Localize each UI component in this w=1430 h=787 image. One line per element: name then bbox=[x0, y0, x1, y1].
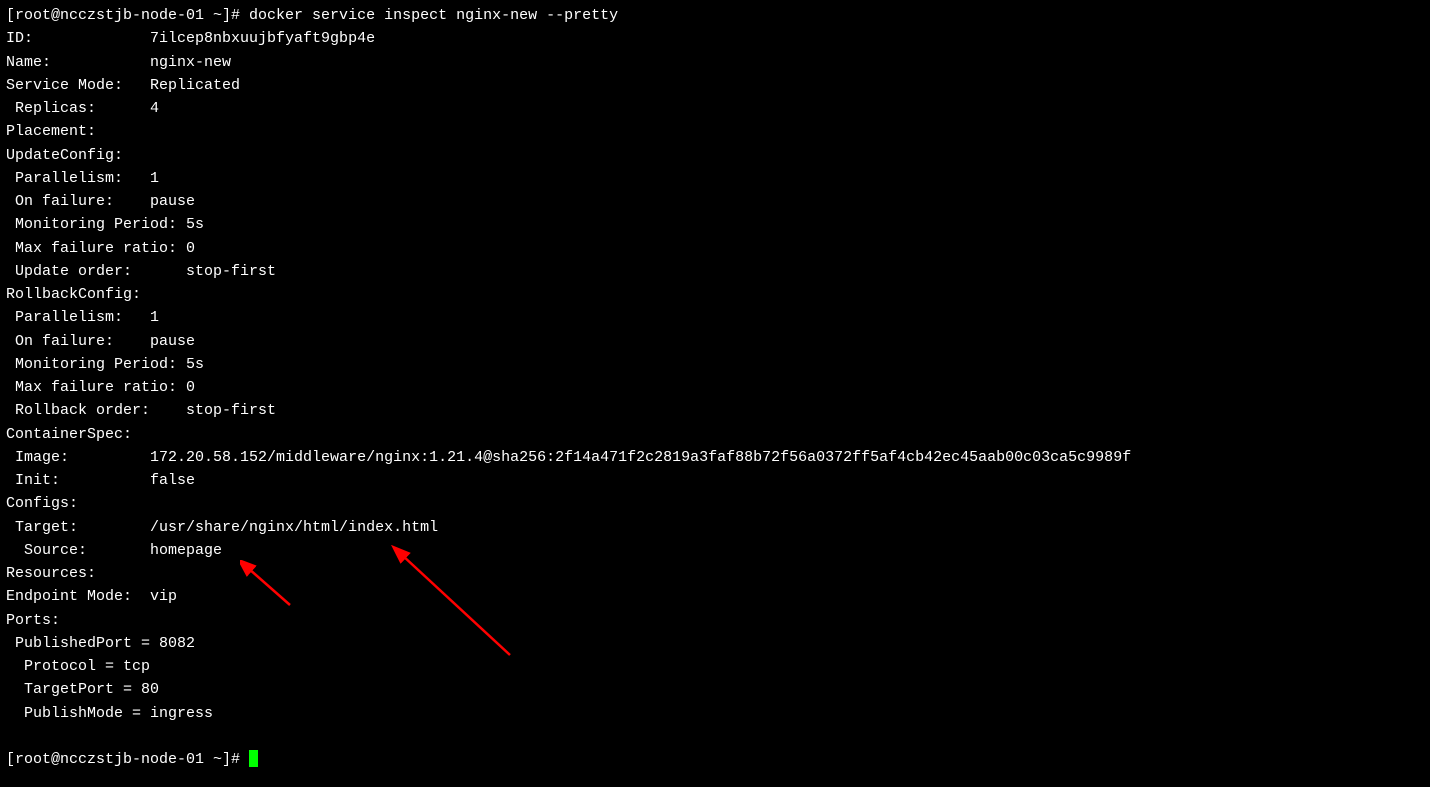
mode-value: Replicated bbox=[150, 77, 240, 94]
r-parallelism-label: Parallelism: bbox=[6, 309, 150, 326]
name-line: Name: nginx-new bbox=[6, 51, 1424, 74]
r-order-line: Rollback order: stop-first bbox=[6, 399, 1424, 422]
init-line: Init: false bbox=[6, 469, 1424, 492]
id-line: ID: 7ilcep8nbxuujbfyaft9gbp4e bbox=[6, 27, 1424, 50]
r-onfailure-line: On failure: pause bbox=[6, 330, 1424, 353]
image-value: 172.20.58.152/middleware/nginx:1.21.4@sh… bbox=[150, 449, 1131, 466]
u-maxfail-value: 0 bbox=[186, 240, 195, 257]
u-monitoring-line: Monitoring Period: 5s bbox=[6, 213, 1424, 236]
configs-line: Configs: bbox=[6, 492, 1424, 515]
u-parallelism-value: 1 bbox=[150, 170, 159, 187]
u-maxfail-line: Max failure ratio: 0 bbox=[6, 237, 1424, 260]
image-label: Image: bbox=[6, 449, 150, 466]
resources-line: Resources: bbox=[6, 562, 1424, 585]
u-maxfail-label: Max failure ratio: bbox=[6, 240, 186, 257]
endpoint-label: Endpoint Mode: bbox=[6, 588, 150, 605]
source-label: Source: bbox=[6, 542, 150, 559]
u-onfailure-value: pause bbox=[150, 193, 195, 210]
u-onfailure-label: On failure: bbox=[6, 193, 150, 210]
mode-label: Service Mode: bbox=[6, 77, 150, 94]
u-parallelism-label: Parallelism: bbox=[6, 170, 150, 187]
u-order-value: stop-first bbox=[186, 263, 276, 280]
endpoint-value: vip bbox=[150, 588, 177, 605]
name-label: Name: bbox=[6, 54, 150, 71]
target-port-line: TargetPort = 80 bbox=[6, 678, 1424, 701]
r-onfailure-label: On failure: bbox=[6, 333, 150, 350]
placement-line: Placement: bbox=[6, 120, 1424, 143]
publish-mode-line: PublishMode = ingress bbox=[6, 702, 1424, 725]
name-value: nginx-new bbox=[150, 54, 231, 71]
container-spec-line: ContainerSpec: bbox=[6, 423, 1424, 446]
r-monitoring-label: Monitoring Period: bbox=[6, 356, 186, 373]
prompt-line-1: [root@ncczstjb-node-01 ~]# docker servic… bbox=[6, 4, 1424, 27]
r-parallelism-value: 1 bbox=[150, 309, 159, 326]
replicas-value: 4 bbox=[150, 100, 159, 117]
r-maxfail-value: 0 bbox=[186, 379, 195, 396]
r-parallelism-line: Parallelism: 1 bbox=[6, 306, 1424, 329]
image-line: Image: 172.20.58.152/middleware/nginx:1.… bbox=[6, 446, 1424, 469]
r-order-label: Rollback order: bbox=[6, 402, 186, 419]
endpoint-line: Endpoint Mode: vip bbox=[6, 585, 1424, 608]
target-label: Target: bbox=[6, 519, 150, 536]
source-line: Source: homepage bbox=[6, 539, 1424, 562]
id-value: 7ilcep8nbxuujbfyaft9gbp4e bbox=[150, 30, 375, 47]
u-onfailure-line: On failure: pause bbox=[6, 190, 1424, 213]
r-onfailure-value: pause bbox=[150, 333, 195, 350]
command-text: docker service inspect nginx-new --prett… bbox=[249, 7, 618, 24]
replicas-line: Replicas: 4 bbox=[6, 97, 1424, 120]
prompt-line-2[interactable]: [root@ncczstjb-node-01 ~]# bbox=[6, 748, 1424, 771]
rollback-config-line: RollbackConfig: bbox=[6, 283, 1424, 306]
blank-line-2 bbox=[6, 725, 1424, 748]
prompt-prefix-2: [root@ncczstjb-node-01 ~]# bbox=[6, 751, 249, 768]
prompt-prefix: [root@ncczstjb-node-01 ~]# bbox=[6, 7, 249, 24]
init-value: false bbox=[150, 472, 195, 489]
mode-line: Service Mode: Replicated bbox=[6, 74, 1424, 97]
u-parallelism-line: Parallelism: 1 bbox=[6, 167, 1424, 190]
r-monitoring-value: 5s bbox=[186, 356, 204, 373]
target-value: /usr/share/nginx/html/index.html bbox=[150, 519, 438, 536]
target-line: Target: /usr/share/nginx/html/index.html bbox=[6, 516, 1424, 539]
replicas-label: Replicas: bbox=[6, 100, 150, 117]
ports-line: Ports: bbox=[6, 609, 1424, 632]
u-order-line: Update order: stop-first bbox=[6, 260, 1424, 283]
protocol-line: Protocol = tcp bbox=[6, 655, 1424, 678]
published-port-line: PublishedPort = 8082 bbox=[6, 632, 1424, 655]
r-monitoring-line: Monitoring Period: 5s bbox=[6, 353, 1424, 376]
u-order-label: Update order: bbox=[6, 263, 186, 280]
u-monitoring-label: Monitoring Period: bbox=[6, 216, 186, 233]
r-order-value: stop-first bbox=[186, 402, 276, 419]
id-label: ID: bbox=[6, 30, 150, 47]
source-value: homepage bbox=[150, 542, 222, 559]
update-config-line: UpdateConfig: bbox=[6, 144, 1424, 167]
cursor-icon bbox=[249, 750, 258, 767]
r-maxfail-label: Max failure ratio: bbox=[6, 379, 186, 396]
init-label: Init: bbox=[6, 472, 150, 489]
r-maxfail-line: Max failure ratio: 0 bbox=[6, 376, 1424, 399]
u-monitoring-value: 5s bbox=[186, 216, 204, 233]
